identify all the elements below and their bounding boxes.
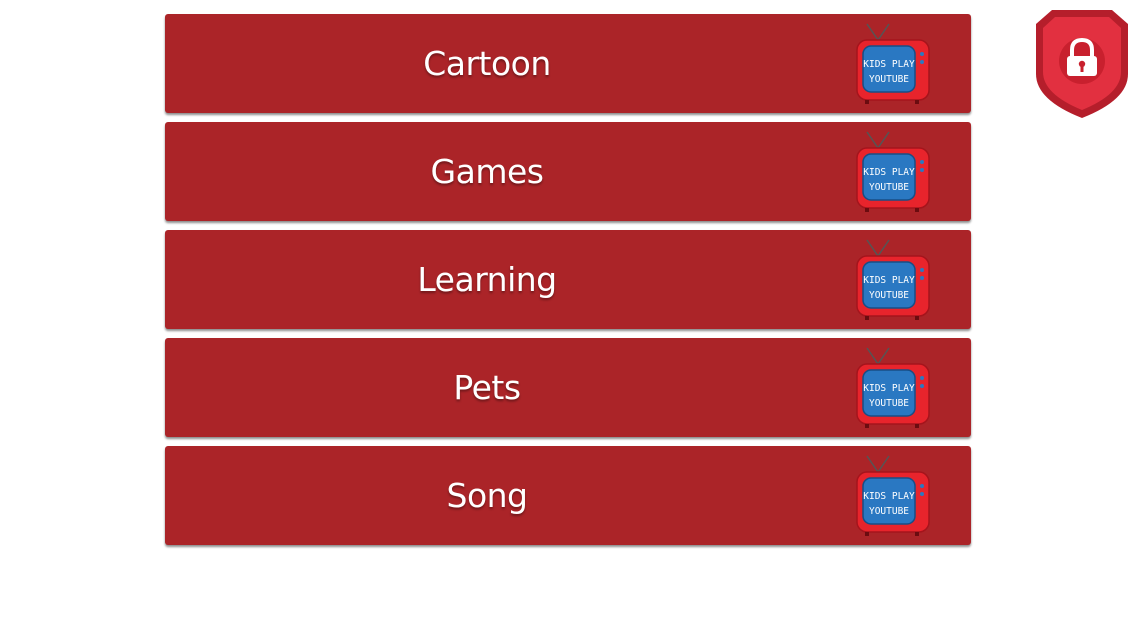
svg-text:KIDS PLAY: KIDS PLAY <box>863 167 915 178</box>
svg-text:KIDS PLAY: KIDS PLAY <box>863 491 915 502</box>
tv-icon: KIDS PLAY YOUTUBE <box>851 22 933 110</box>
lock-shield-icon <box>1036 10 1128 118</box>
tv-icon: KIDS PLAY YOUTUBE <box>851 454 933 542</box>
category-label: Games <box>430 152 544 191</box>
category-label: Song <box>446 476 529 515</box>
svg-text:YOUTUBE: YOUTUBE <box>869 74 909 85</box>
tv-icon: KIDS PLAY YOUTUBE <box>851 130 933 218</box>
svg-text:YOUTUBE: YOUTUBE <box>869 398 909 409</box>
svg-text:YOUTUBE: YOUTUBE <box>869 290 909 301</box>
category-label: Learning <box>417 260 557 299</box>
svg-text:KIDS PLAY: KIDS PLAY <box>863 59 915 70</box>
category-screen: Cartoon KIDS PLAY YOUTUBE Games KIDS PLA… <box>0 0 1136 640</box>
parental-lock-button[interactable] <box>1034 8 1130 120</box>
svg-text:KIDS PLAY: KIDS PLAY <box>863 383 915 394</box>
tv-icon: KIDS PLAY YOUTUBE <box>851 238 933 326</box>
svg-text:KIDS PLAY: KIDS PLAY <box>863 275 915 286</box>
category-song-button[interactable]: Song KIDS PLAY YOUTUBE <box>165 446 971 545</box>
svg-text:YOUTUBE: YOUTUBE <box>869 182 909 193</box>
category-cartoon-button[interactable]: Cartoon KIDS PLAY YOUTUBE <box>165 14 971 113</box>
category-pets-button[interactable]: Pets KIDS PLAY YOUTUBE <box>165 338 971 437</box>
category-list: Cartoon KIDS PLAY YOUTUBE Games KIDS PLA… <box>165 14 971 554</box>
category-label: Pets <box>453 368 521 407</box>
category-learning-button[interactable]: Learning KIDS PLAY YOUTUBE <box>165 230 971 329</box>
category-games-button[interactable]: Games KIDS PLAY YOUTUBE <box>165 122 971 221</box>
tv-icon: KIDS PLAY YOUTUBE <box>851 346 933 434</box>
svg-text:YOUTUBE: YOUTUBE <box>869 506 909 517</box>
category-label: Cartoon <box>423 44 551 83</box>
